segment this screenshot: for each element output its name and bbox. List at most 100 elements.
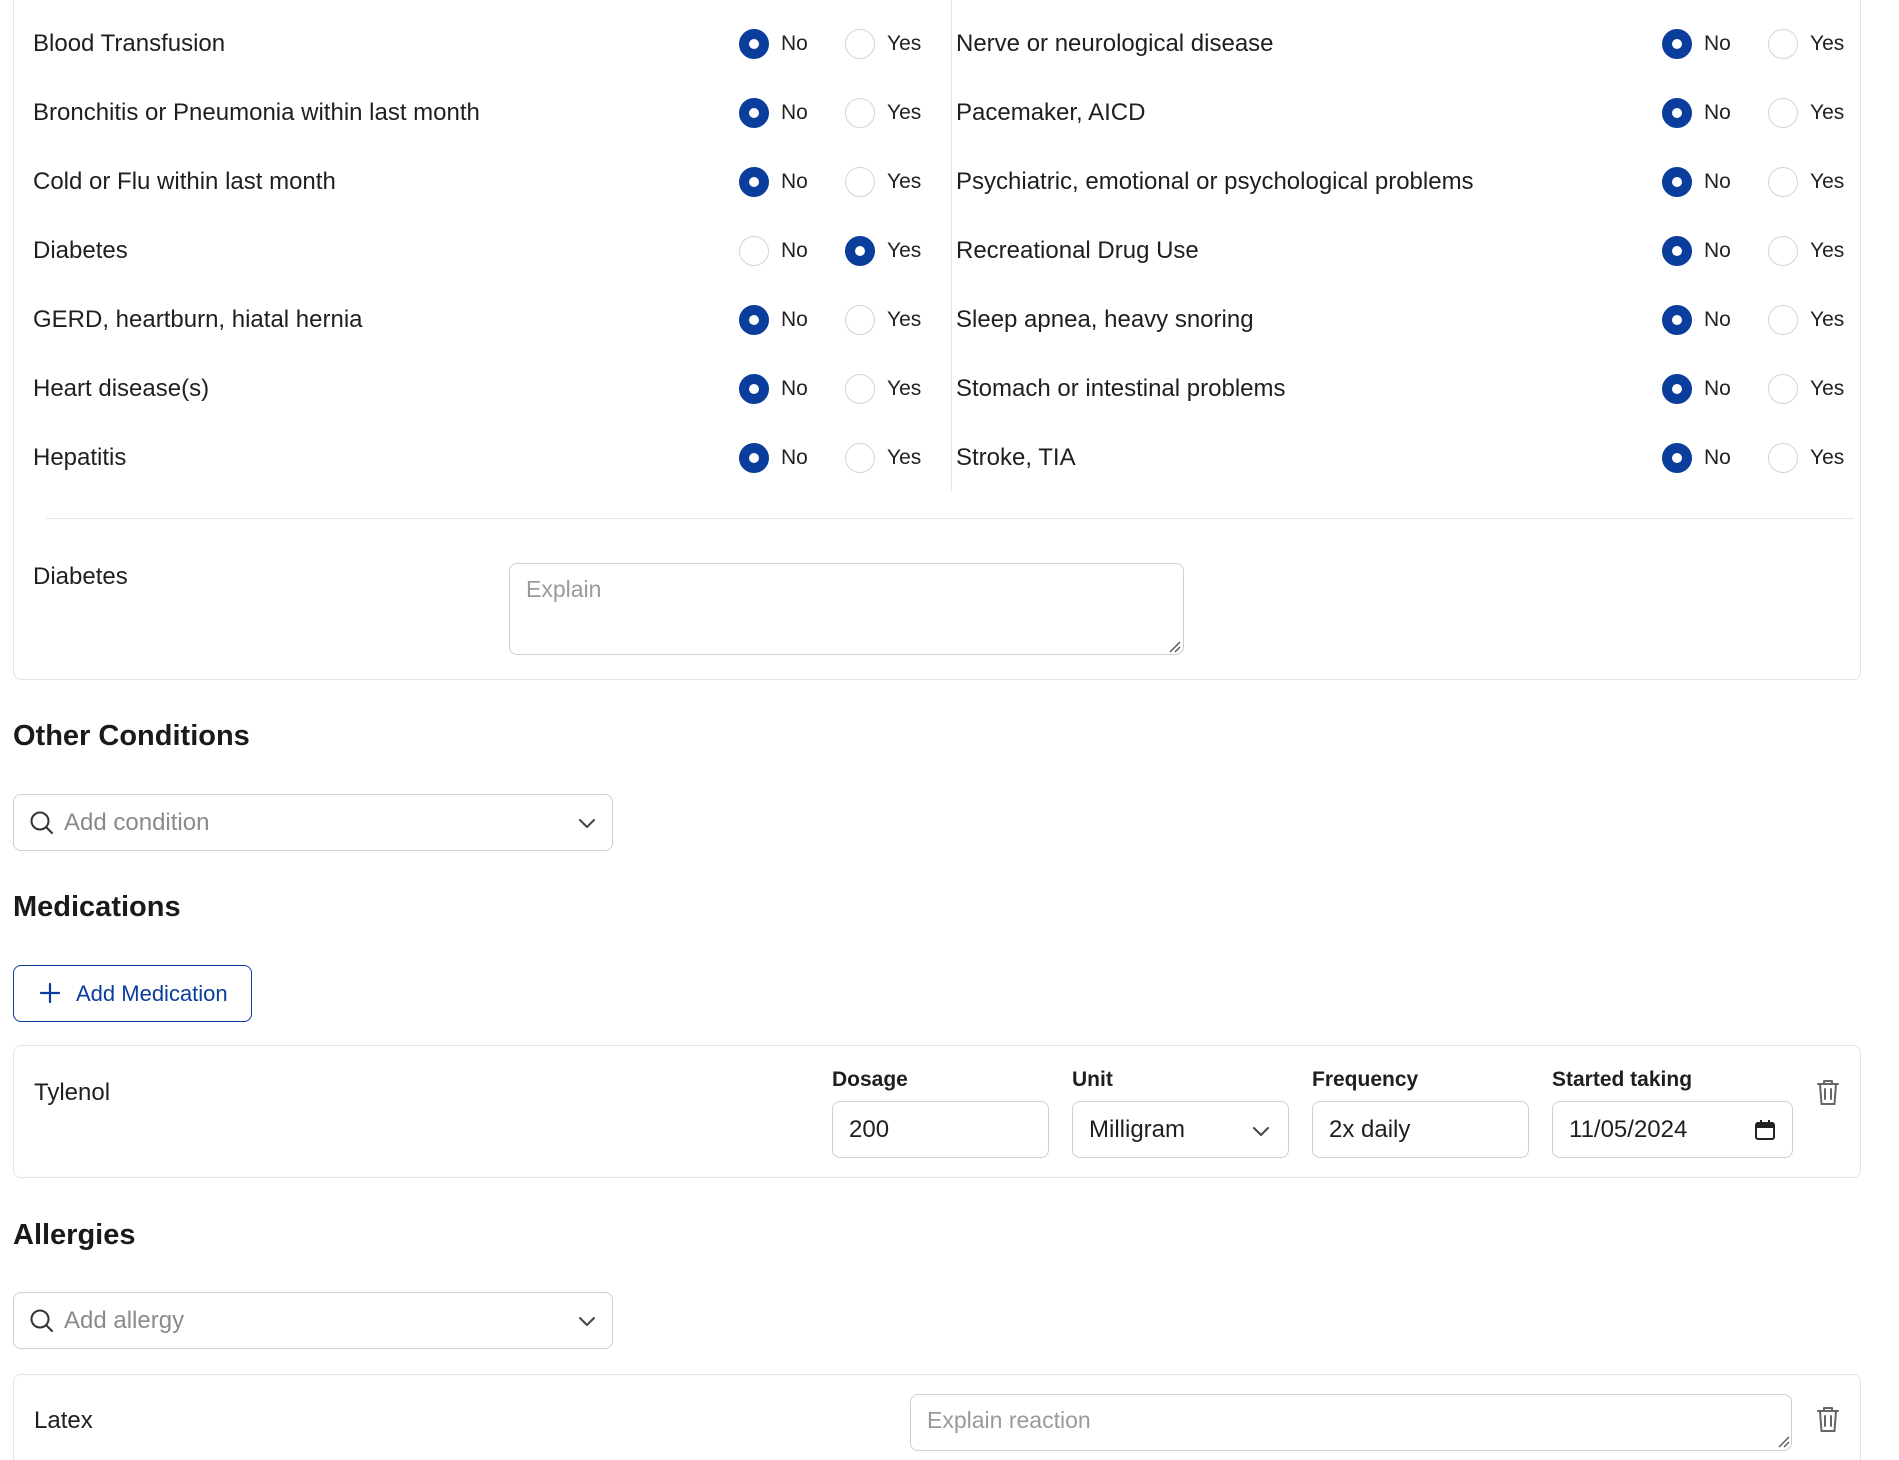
condition-row: Bronchitis or Pneumonia within last mont… xyxy=(33,83,933,143)
trash-icon[interactable] xyxy=(1814,1077,1842,1107)
add-allergy-select[interactable]: Add allergy xyxy=(13,1292,613,1349)
radio-no[interactable]: No xyxy=(739,305,808,335)
radio-circle[interactable] xyxy=(1662,374,1692,404)
radio-circle[interactable] xyxy=(845,98,875,128)
radio-circle[interactable] xyxy=(1768,236,1798,266)
search-icon xyxy=(30,1309,53,1332)
chevron-down-icon xyxy=(579,1317,595,1326)
started-taking-date-input[interactable]: 11/05/2024 xyxy=(1552,1101,1793,1158)
radio-no[interactable]: No xyxy=(1662,236,1731,266)
radio-circle[interactable] xyxy=(739,443,769,473)
radio-yes[interactable]: Yes xyxy=(845,443,921,473)
unit-select[interactable]: Milligram xyxy=(1072,1101,1289,1158)
add-medication-label: Add Medication xyxy=(76,980,228,1006)
radio-yes[interactable]: Yes xyxy=(845,305,921,335)
condition-row: Heart disease(s) No Yes xyxy=(33,359,933,419)
radio-yes[interactable]: Yes xyxy=(1768,29,1844,59)
radio-circle[interactable] xyxy=(1768,443,1798,473)
radio-yes[interactable]: Yes xyxy=(1768,236,1844,266)
condition-label: Nerve or neurological disease xyxy=(956,30,1274,57)
radio-circle[interactable] xyxy=(1662,443,1692,473)
trash-icon[interactable] xyxy=(1814,1404,1842,1434)
radio-yes[interactable]: Yes xyxy=(845,29,921,59)
radio-yes[interactable]: Yes xyxy=(1768,167,1844,197)
condition-row: Hepatitis No Yes xyxy=(33,428,933,488)
condition-row: Stroke, TIA No Yes xyxy=(956,428,1856,488)
dosage-input[interactable]: 200 xyxy=(832,1101,1049,1158)
radio-circle[interactable] xyxy=(845,29,875,59)
radio-circle[interactable] xyxy=(739,29,769,59)
started-taking-label: Started taking xyxy=(1552,1068,1693,1091)
radio-label: No xyxy=(1704,32,1731,55)
radio-label: Yes xyxy=(1810,170,1845,193)
add-condition-select[interactable]: Add condition xyxy=(13,794,613,851)
radio-no[interactable]: No xyxy=(1662,29,1731,59)
radio-circle[interactable] xyxy=(739,167,769,197)
calendar-icon[interactable] xyxy=(1754,1119,1776,1141)
radio-yes[interactable]: Yes xyxy=(1768,374,1844,404)
radio-label: Yes xyxy=(887,308,922,331)
radio-circle[interactable] xyxy=(1662,236,1692,266)
radio-circle[interactable] xyxy=(1662,29,1692,59)
add-allergy-placeholder: Add allergy xyxy=(64,1306,185,1334)
radio-no[interactable]: No xyxy=(1662,98,1731,128)
radio-circle[interactable] xyxy=(1662,305,1692,335)
radio-label: No xyxy=(781,308,808,331)
radio-circle[interactable] xyxy=(739,98,769,128)
explain-label: Diabetes xyxy=(33,563,128,590)
explain-reaction-textarea[interactable] xyxy=(910,1394,1792,1451)
radio-circle[interactable] xyxy=(1662,167,1692,197)
radio-yes[interactable]: Yes xyxy=(845,374,921,404)
radio-no[interactable]: No xyxy=(1662,167,1731,197)
condition-label: GERD, heartburn, hiatal hernia xyxy=(33,306,363,333)
condition-row: Diabetes No Yes xyxy=(33,221,933,281)
radio-label: No xyxy=(1704,377,1731,400)
radio-no[interactable]: No xyxy=(739,167,808,197)
radio-label: Yes xyxy=(887,446,922,469)
explain-textarea[interactable] xyxy=(509,563,1184,655)
radio-no[interactable]: No xyxy=(1662,305,1731,335)
radio-circle[interactable] xyxy=(1662,98,1692,128)
radio-circle[interactable] xyxy=(1768,374,1798,404)
radio-no[interactable]: No xyxy=(1662,374,1731,404)
search-icon xyxy=(30,811,53,834)
radio-circle[interactable] xyxy=(1768,98,1798,128)
resize-grip-icon[interactable] xyxy=(1776,1434,1790,1448)
frequency-input[interactable]: 2x daily xyxy=(1312,1101,1529,1158)
radio-no[interactable]: No xyxy=(739,443,808,473)
radio-circle[interactable] xyxy=(1768,305,1798,335)
radio-no[interactable]: No xyxy=(739,98,808,128)
radio-circle[interactable] xyxy=(845,236,875,266)
radio-yes[interactable]: Yes xyxy=(845,236,921,266)
radio-circle[interactable] xyxy=(845,167,875,197)
radio-circle[interactable] xyxy=(1768,167,1798,197)
other-conditions-title: Other Conditions xyxy=(13,720,250,752)
radio-circle[interactable] xyxy=(1768,29,1798,59)
resize-grip-icon[interactable] xyxy=(1167,639,1181,653)
radio-yes[interactable]: Yes xyxy=(1768,305,1844,335)
radio-no[interactable]: No xyxy=(739,374,808,404)
radio-no[interactable]: No xyxy=(739,236,808,266)
radio-yes[interactable]: Yes xyxy=(1768,443,1844,473)
condition-row: Psychiatric, emotional or psychological … xyxy=(956,152,1856,212)
radio-label: Yes xyxy=(1810,377,1845,400)
radio-label: No xyxy=(1704,308,1731,331)
radio-circle[interactable] xyxy=(739,305,769,335)
add-medication-button[interactable]: Add Medication xyxy=(13,965,252,1022)
medications-title: Medications xyxy=(13,891,181,923)
radio-circle[interactable] xyxy=(845,305,875,335)
radio-yes[interactable]: Yes xyxy=(845,167,921,197)
radio-yes[interactable]: Yes xyxy=(1768,98,1844,128)
radio-no[interactable]: No xyxy=(1662,443,1731,473)
radio-circle[interactable] xyxy=(845,443,875,473)
medication-item: Tylenol Dosage 200 Unit Milligram Freque… xyxy=(13,1045,1861,1178)
plus-icon xyxy=(39,982,61,1004)
radio-circle[interactable] xyxy=(739,374,769,404)
radio-label: No xyxy=(781,32,808,55)
radio-circle[interactable] xyxy=(845,374,875,404)
radio-no[interactable]: No xyxy=(739,29,808,59)
radio-label: Yes xyxy=(887,32,922,55)
radio-circle[interactable] xyxy=(739,236,769,266)
radio-yes[interactable]: Yes xyxy=(845,98,921,128)
condition-label: Diabetes xyxy=(33,237,128,264)
